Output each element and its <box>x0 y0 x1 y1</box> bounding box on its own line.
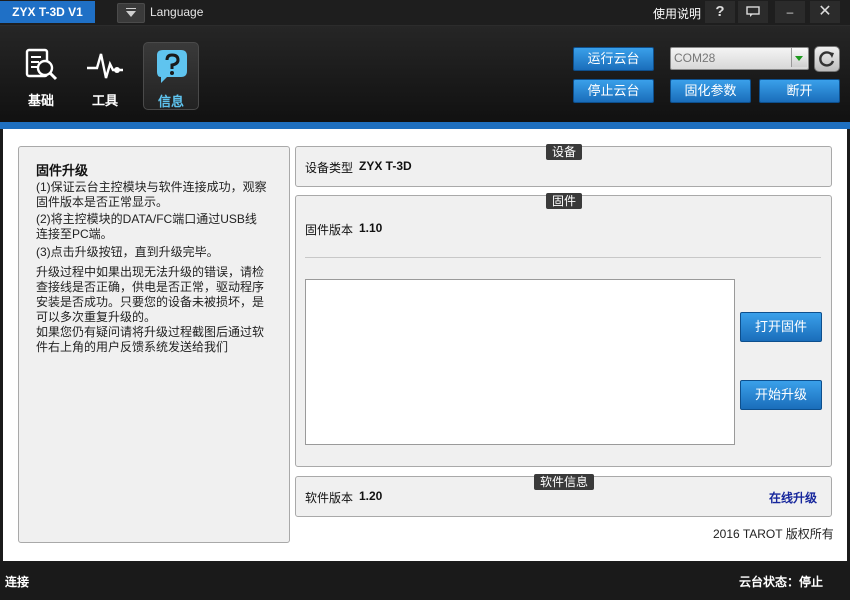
software-section-title: 软件信息 <box>534 474 594 490</box>
help-step-2: (2)将主控模块的DATA/FC端口通过USB线连接至PC端。 <box>36 212 257 241</box>
software-version-value: 1.20 <box>359 489 383 503</box>
help-bubble-icon <box>157 50 187 83</box>
chevron-down-icon[interactable] <box>791 48 807 67</box>
nav-info[interactable]: 信息 <box>143 42 199 110</box>
nav-basic-label: 基础 <box>27 93 54 108</box>
online-upgrade-link[interactable]: 在线升级 <box>769 489 817 506</box>
firmware-section-title: 固件 <box>546 193 582 209</box>
start-upgrade-button[interactable]: 开始升级 <box>740 380 822 410</box>
software-version-label: 软件版本 <box>305 491 354 505</box>
status-bar <box>0 565 850 600</box>
device-section-title: 设备 <box>546 144 582 160</box>
device-type-label: 设备类型 <box>305 161 354 175</box>
help-step-1: (1)保证云台主控模块与软件连接成功，观察固件版本是否正常显示。 <box>36 180 267 209</box>
disconnect-button[interactable]: 断开 <box>759 79 840 103</box>
help-manual-link[interactable]: 使用说明 <box>653 5 701 22</box>
help-icon[interactable]: ? <box>705 1 735 23</box>
firmware-version-value: 1.10 <box>359 221 383 235</box>
waveform-icon <box>87 53 123 79</box>
firmware-log-textarea[interactable] <box>305 279 735 445</box>
language-dropdown-icon[interactable] <box>117 3 145 23</box>
refresh-icon[interactable] <box>814 46 840 72</box>
help-step-3: (3)点击升级按钮，直到升级完毕。 <box>36 245 219 259</box>
search-doc-icon <box>25 48 58 81</box>
stop-gimbal-button[interactable]: 停止云台 <box>573 79 654 103</box>
run-gimbal-button[interactable]: 运行云台 <box>573 47 654 71</box>
feedback-icon[interactable] <box>738 1 768 23</box>
help-contact-note: 如果您仍有疑问请将升级过程截图后通过软件右上角的用户反馈系统发送给我们 <box>36 325 265 354</box>
help-title: 固件升级 <box>36 163 89 178</box>
nav-tools-label: 工具 <box>91 93 118 108</box>
com-port-value: COM28 <box>674 51 716 65</box>
language-label[interactable]: Language <box>150 5 203 19</box>
firmware-version-label: 固件版本 <box>305 223 354 237</box>
close-icon[interactable]: ✕ <box>810 1 840 23</box>
help-note: 升级过程中如果出现无法升级的错误，请检查接线是否正确，供电是否正常，驱动程序安装… <box>36 265 265 324</box>
minimize-icon[interactable]: – <box>775 1 805 23</box>
connection-status: 连接 <box>5 575 30 589</box>
device-type-value: ZYX T-3D <box>359 159 412 173</box>
copyright-text: 2016 TAROT 版权所有 <box>713 527 834 541</box>
divider <box>305 257 821 258</box>
fix-params-button[interactable]: 固化参数 <box>670 79 751 103</box>
nav-basic[interactable]: 基础 <box>14 42 68 108</box>
accent-divider <box>0 122 850 129</box>
gimbal-status: 云台状态：停止 <box>739 575 824 589</box>
nav-tools[interactable]: 工具 <box>78 42 132 108</box>
open-firmware-button[interactable]: 打开固件 <box>740 312 822 342</box>
app-title: ZYX T-3D V1 <box>0 1 95 23</box>
nav-info-label: 信息 <box>157 94 184 109</box>
